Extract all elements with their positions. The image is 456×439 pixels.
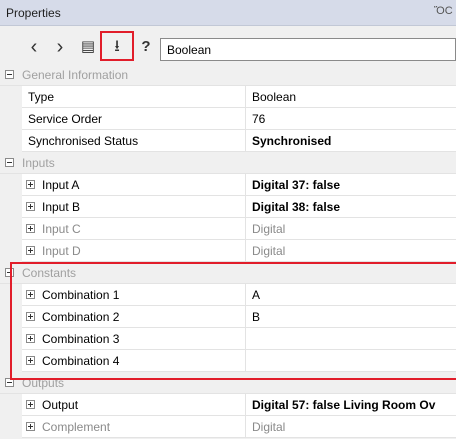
- property-row[interactable]: Synchronised Status Synchronised: [0, 130, 456, 152]
- property-value[interactable]: Digital: [246, 416, 456, 438]
- category-constants[interactable]: Constants: [0, 262, 456, 284]
- category-label: General Information: [22, 68, 129, 82]
- row-gutter: [0, 350, 22, 372]
- forward-icon[interactable]: ›: [52, 36, 68, 58]
- property-row[interactable]: Service Order 76: [0, 108, 456, 130]
- collapse-icon[interactable]: [5, 70, 14, 79]
- row-gutter: [0, 394, 22, 416]
- category-label: Inputs: [22, 156, 55, 170]
- property-row[interactable]: Output Digital 57: false Living Room Ov: [0, 394, 456, 416]
- property-name: Combination 2: [22, 306, 246, 328]
- row-gutter: [0, 306, 22, 328]
- row-gutter: [0, 218, 22, 240]
- properties-title-bar: Properties ὌC: [0, 0, 456, 26]
- property-value[interactable]: [246, 328, 456, 350]
- collapse-icon[interactable]: [5, 158, 14, 167]
- help-icon[interactable]: ?: [138, 36, 154, 58]
- property-value[interactable]: Digital 37: false: [246, 174, 456, 196]
- property-name: Complement: [22, 416, 246, 438]
- property-name: Combination 3: [22, 328, 246, 350]
- property-name: Service Order: [22, 108, 246, 130]
- row-gutter: [0, 108, 22, 130]
- property-name: Input B: [22, 196, 246, 218]
- collapse-icon[interactable]: [5, 378, 14, 387]
- property-value[interactable]: Digital: [246, 240, 456, 262]
- category-general-information[interactable]: General Information: [0, 64, 456, 86]
- property-row[interactable]: Combination 2B: [0, 306, 456, 328]
- property-row[interactable]: Combination 3: [0, 328, 456, 350]
- row-gutter: [0, 130, 22, 152]
- property-row[interactable]: Input B Digital 38: false: [0, 196, 456, 218]
- collapse-icon[interactable]: [5, 268, 14, 277]
- property-value[interactable]: 76: [246, 108, 456, 130]
- property-page-icon[interactable]: ▤: [78, 36, 98, 58]
- property-name: Input A: [22, 174, 246, 196]
- property-name: Combination 1: [22, 284, 246, 306]
- property-row[interactable]: Input A Digital 37: false: [0, 174, 456, 196]
- row-gutter: [0, 196, 22, 218]
- row-gutter: [0, 416, 22, 438]
- property-grid: General Information Type Boolean Service Or…: [0, 64, 456, 438]
- property-name: Combination 4: [22, 350, 246, 372]
- row-gutter: [0, 240, 22, 262]
- property-name: Type: [22, 86, 246, 108]
- property-name: Output: [22, 394, 246, 416]
- type-search-input[interactable]: [160, 38, 456, 61]
- row-gutter: [0, 174, 22, 196]
- property-name: Input C: [22, 218, 246, 240]
- property-value[interactable]: Synchronised: [246, 130, 456, 152]
- category-outputs[interactable]: Outputs: [0, 372, 456, 394]
- property-value[interactable]: Digital: [246, 218, 456, 240]
- property-value[interactable]: Digital 57: false Living Room Ov: [246, 394, 456, 416]
- property-value[interactable]: A: [246, 284, 456, 306]
- property-row[interactable]: Input D Digital: [0, 240, 456, 262]
- download-icon[interactable]: ⭳: [106, 36, 128, 58]
- back-icon[interactable]: ‹: [26, 36, 42, 58]
- row-gutter: [0, 86, 22, 108]
- row-gutter: [0, 328, 22, 350]
- property-value[interactable]: [246, 350, 456, 372]
- category-label: Outputs: [22, 376, 65, 390]
- property-row[interactable]: Complement Digital: [0, 416, 456, 438]
- category-label: Constants: [22, 266, 77, 280]
- category-inputs[interactable]: Inputs: [0, 152, 456, 174]
- panel-title: Properties: [6, 6, 61, 20]
- property-name: Input D: [22, 240, 246, 262]
- property-row[interactable]: Type Boolean: [0, 86, 456, 108]
- pin-icon[interactable]: ὌC: [434, 5, 453, 17]
- row-gutter: [0, 284, 22, 306]
- property-value[interactable]: B: [246, 306, 456, 328]
- property-name: Synchronised Status: [22, 130, 246, 152]
- property-row[interactable]: Combination 1A: [0, 284, 456, 306]
- property-value[interactable]: Digital 38: false: [246, 196, 456, 218]
- property-row[interactable]: Input C Digital: [0, 218, 456, 240]
- property-row[interactable]: Combination 4: [0, 350, 456, 372]
- property-value[interactable]: Boolean: [246, 86, 456, 108]
